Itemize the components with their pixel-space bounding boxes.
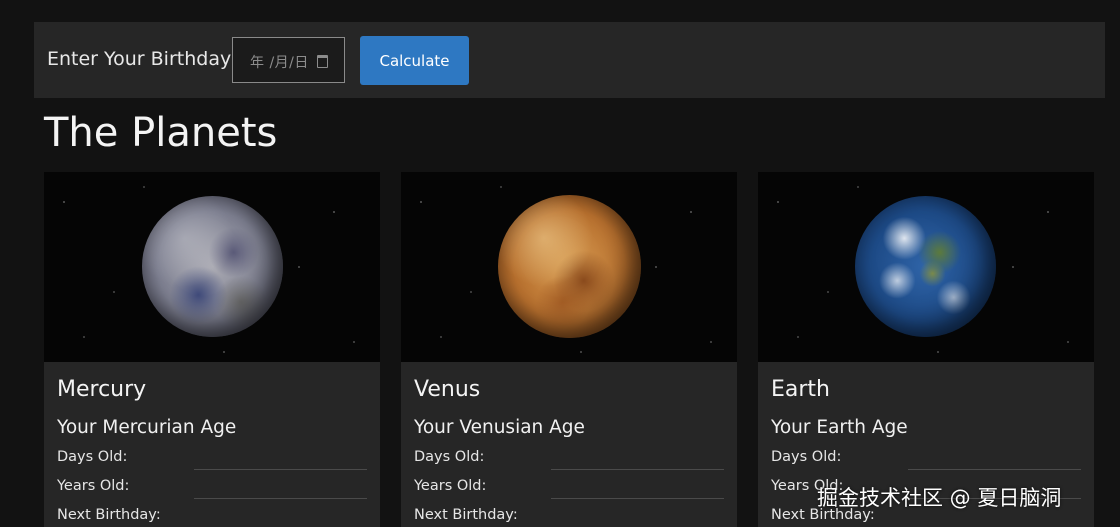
planet-name: Mercury — [57, 377, 147, 402]
age-title: Your Venusian Age — [414, 417, 585, 438]
days-old-label: Days Old: — [57, 449, 128, 465]
planet-image-mercury — [44, 172, 380, 362]
next-birthday-row: Next Birthday: — [414, 507, 724, 527]
days-old-value — [194, 449, 367, 470]
next-birthday-value — [551, 507, 724, 527]
years-old-row: Years Old: — [57, 478, 367, 507]
page: Enter Your Birthday 年 /月/日 Calculate The… — [0, 0, 1120, 527]
planet-card-mercury: Mercury Your Mercurian Age Days Old: Yea… — [44, 172, 380, 527]
days-old-value — [908, 449, 1081, 470]
next-birthday-label: Next Birthday: — [57, 507, 161, 523]
planet-image-venus — [401, 172, 737, 362]
calendar-icon[interactable] — [317, 55, 328, 68]
years-old-label: Years Old: — [414, 478, 487, 494]
age-title: Your Earth Age — [771, 417, 908, 438]
planet-card-earth: Earth Your Earth Age Days Old: Years Old… — [758, 172, 1094, 527]
days-old-label: Days Old: — [771, 449, 842, 465]
days-old-row: Days Old: — [57, 449, 367, 478]
planet-image-earth — [758, 172, 1094, 362]
page-title: The Planets — [44, 110, 278, 156]
age-title: Your Mercurian Age — [57, 417, 237, 438]
years-old-row: Years Old: — [414, 478, 724, 507]
planet-card-venus: Venus Your Venusian Age Days Old: Years … — [401, 172, 737, 527]
days-old-row: Days Old: — [414, 449, 724, 478]
next-birthday-label: Next Birthday: — [414, 507, 518, 523]
next-birthday-value — [194, 507, 367, 527]
days-old-row: Days Old: — [771, 449, 1081, 478]
watermark: 掘金技术社区 @ 夏日脑洞 — [817, 486, 1062, 510]
venus-planet-image — [498, 195, 641, 338]
earth-planet-image — [855, 196, 996, 337]
mercury-planet-image — [142, 196, 283, 337]
calculate-button[interactable]: Calculate — [360, 36, 469, 85]
days-old-label: Days Old: — [414, 449, 485, 465]
date-placeholder: 年 /月/日 — [250, 55, 309, 71]
planet-name: Venus — [414, 377, 481, 402]
birthday-label: Enter Your Birthday — [47, 48, 232, 70]
next-birthday-row: Next Birthday: — [57, 507, 367, 527]
birthday-date-input[interactable]: 年 /月/日 — [232, 37, 345, 83]
years-old-value — [551, 478, 724, 499]
years-old-value — [194, 478, 367, 499]
planet-name: Earth — [771, 377, 830, 402]
years-old-label: Years Old: — [57, 478, 130, 494]
birthday-bar: Enter Your Birthday 年 /月/日 Calculate — [34, 22, 1105, 98]
days-old-value — [551, 449, 724, 470]
